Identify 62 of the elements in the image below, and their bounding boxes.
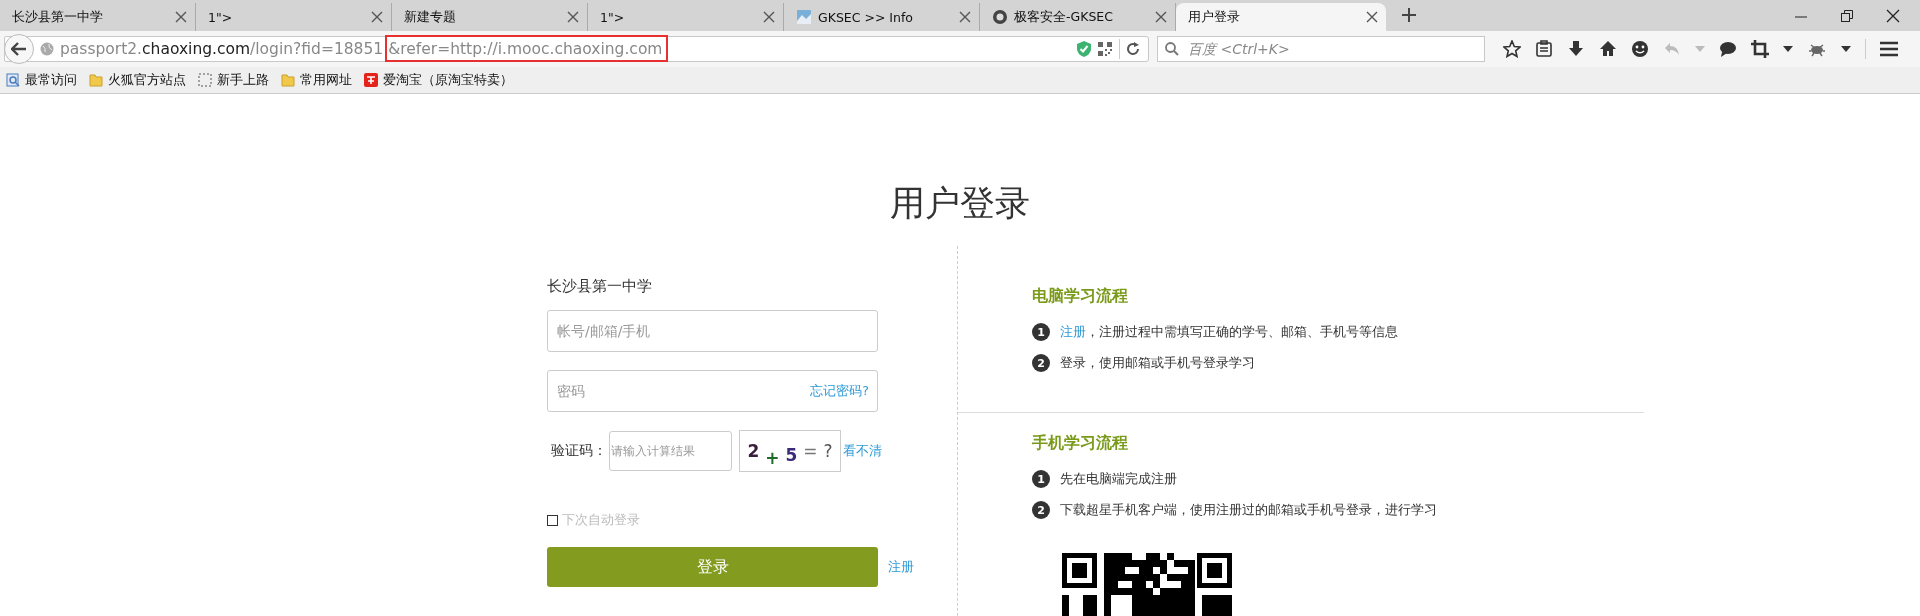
close-icon[interactable]: [1886, 8, 1900, 23]
account-field[interactable]: 帐号/邮箱/手机: [547, 310, 878, 352]
crop-icon[interactable]: [1751, 40, 1769, 58]
reload-icon[interactable]: [1126, 42, 1140, 56]
captcha-label: 验证码：: [551, 442, 607, 460]
captcha-image: 2 + 5 = ?: [739, 430, 841, 472]
smiley-icon[interactable]: [1631, 40, 1649, 58]
highlighted-url-text: &refer=http://i.mooc.chaoxing.com: [385, 35, 669, 62]
section-heading: 电脑学习流程: [1032, 286, 1128, 307]
caret-icon[interactable]: [1783, 46, 1793, 52]
step-number: 2: [1032, 501, 1050, 519]
section-heading: 手机学习流程: [1032, 433, 1128, 454]
bookmark-link[interactable]: 火狐官方站点: [108, 71, 186, 89]
close-icon[interactable]: [175, 11, 187, 23]
page-title: 用户登录: [890, 182, 1030, 225]
checkbox[interactable]: [547, 515, 558, 526]
folder-icon: [281, 73, 295, 87]
step-number: 2: [1032, 354, 1050, 372]
plus-icon[interactable]: [1402, 8, 1416, 22]
address-bar[interactable]: passport2.chaoxing.com/login?fid=18851 &refer=http://i.mooc.chaoxing.com: [4, 36, 1149, 62]
school-name: 长沙县第一中学: [547, 277, 652, 296]
bookmark-link[interactable]: 爱淘宝（原淘宝特卖）: [383, 71, 513, 89]
step-number: 1: [1032, 470, 1050, 488]
back-button[interactable]: [4, 34, 34, 64]
browser-tab[interactable]: 用户登录: [1176, 3, 1386, 31]
captcha-field[interactable]: 请输入计算结果: [609, 431, 732, 471]
caret-icon[interactable]: [1841, 46, 1851, 52]
step-text: 登录，使用邮箱或手机号登录学习: [1060, 354, 1255, 372]
page-icon: [6, 73, 20, 87]
bookmark-link[interactable]: 常用网址: [300, 71, 352, 89]
close-icon[interactable]: [1155, 11, 1167, 23]
close-icon[interactable]: [763, 11, 775, 23]
star-icon[interactable]: [1503, 40, 1521, 58]
url-text: passport2.chaoxing.com/login?fid=18851: [60, 40, 384, 58]
qr-icon[interactable]: [1097, 41, 1113, 57]
dashed-square-icon: [198, 73, 212, 87]
step-text: ，注册过程中需填写正确的学号、邮箱、手机号等信息: [1086, 323, 1398, 341]
back-arrow-icon: [11, 42, 27, 56]
chat-bubble-icon[interactable]: [1719, 40, 1737, 58]
download-icon[interactable]: [1567, 40, 1585, 58]
folder-icon: [89, 73, 103, 87]
bug-icon[interactable]: [1807, 41, 1827, 57]
clipboard-icon[interactable]: [1535, 40, 1553, 58]
close-icon[interactable]: [371, 11, 383, 23]
remember-me-label: 下次自动登录: [562, 512, 640, 529]
bookmark-link[interactable]: 最常访问: [25, 71, 77, 89]
globe-icon: [40, 42, 54, 56]
step-number: 1: [1032, 323, 1050, 341]
step-text: 下载超星手机客户端，使用注册过的邮箱或手机号登录，进行学习: [1060, 501, 1437, 519]
close-icon[interactable]: [959, 11, 971, 23]
close-icon[interactable]: [1366, 11, 1378, 23]
restore-icon[interactable]: [1840, 8, 1854, 23]
search-icon: [1165, 42, 1179, 56]
home-icon[interactable]: [1599, 40, 1617, 58]
step-text: 先在电脑端完成注册: [1060, 470, 1177, 488]
menu-icon[interactable]: [1880, 41, 1898, 57]
bookmark-link[interactable]: 新手上路: [217, 71, 269, 89]
search-field[interactable]: 百度 <Ctrl+K>: [1157, 36, 1485, 62]
shield-check-icon[interactable]: [1077, 41, 1091, 57]
shop-logo-icon: [364, 73, 378, 87]
close-icon[interactable]: [567, 11, 579, 23]
image-icon: [796, 9, 812, 25]
